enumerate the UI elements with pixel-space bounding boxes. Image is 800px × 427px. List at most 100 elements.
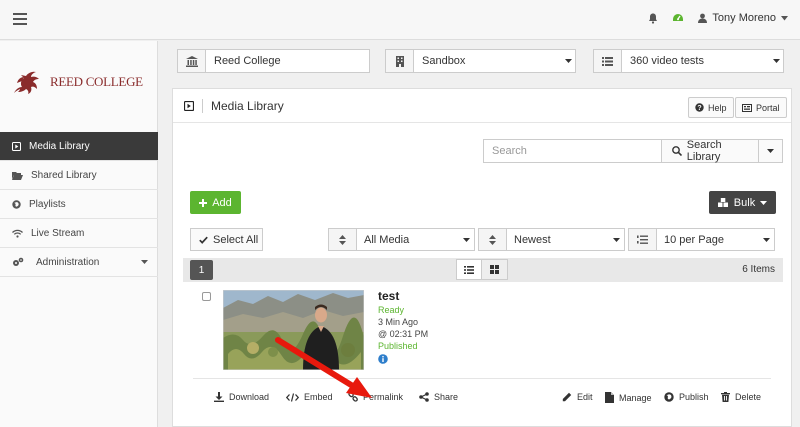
globe-icon	[664, 392, 674, 402]
sidebar-item-media-library[interactable]: Media Library	[0, 132, 158, 161]
institution-value: Reed College	[214, 55, 281, 67]
collection-value: 360 video tests	[630, 55, 704, 67]
per-page-filter[interactable]: 10 per Page	[628, 228, 775, 251]
grid-view-button[interactable]	[482, 259, 508, 280]
folder-open-icon	[12, 171, 23, 180]
embed-action[interactable]: Embed	[286, 392, 333, 402]
sidebar-item-live-stream[interactable]: Live Stream	[0, 219, 158, 248]
caret-down-icon	[767, 149, 775, 153]
add-button[interactable]: Add	[190, 191, 241, 214]
media-type-filter[interactable]: All Media	[328, 228, 475, 251]
search-group: Search Library	[483, 139, 783, 163]
svg-text:?: ?	[697, 105, 701, 112]
share-label: Share	[434, 392, 459, 402]
item-checkbox[interactable]	[202, 292, 211, 301]
download-action[interactable]: Download	[214, 392, 269, 402]
bell-icon[interactable]	[648, 13, 658, 24]
sidebar-item-label: Playlists	[29, 198, 66, 210]
media-status: Ready	[378, 305, 405, 315]
media-library-panel: Media Library ? Help Portal Search Libra…	[172, 88, 792, 427]
view-toggle	[456, 259, 508, 280]
environment-select[interactable]: Sandbox	[385, 49, 576, 73]
video-thumbnail[interactable]	[223, 290, 364, 370]
sort-order-filter[interactable]: Newest	[478, 228, 625, 251]
list-view-button[interactable]	[456, 259, 482, 280]
globe-icon	[12, 199, 21, 209]
dropdown-caret-icon	[758, 237, 774, 242]
building-icon	[386, 50, 414, 72]
sidebar-item-playlists[interactable]: Playlists	[0, 190, 158, 219]
dropdown-caret-icon	[561, 59, 575, 63]
link-icon	[348, 392, 358, 402]
sort-icon	[329, 229, 357, 250]
pagination-strip: 1 6 Items	[183, 258, 783, 282]
permalink-action[interactable]: Permalink	[348, 392, 403, 402]
publish-action[interactable]: Publish	[664, 392, 709, 402]
bulk-button[interactable]: Bulk	[709, 191, 776, 214]
sort-order-value: Newest	[514, 233, 551, 246]
dropdown-caret-icon	[769, 59, 783, 63]
logo-text: REED COLLEGE	[50, 74, 143, 89]
reed-college-logo[interactable]: REED COLLEGE	[8, 63, 143, 101]
grid-view-icon	[490, 265, 499, 274]
plus-icon	[199, 198, 208, 207]
play-square-icon	[184, 100, 194, 111]
sidebar-item-administration[interactable]: Administration	[0, 248, 158, 277]
page-title: Media Library	[202, 98, 284, 113]
per-page-value: 10 per Page	[664, 233, 724, 246]
user-name: Tony Moreno	[712, 12, 776, 24]
check-icon	[199, 236, 208, 244]
list-icon	[594, 50, 622, 72]
sidebar-item-label: Media Library	[29, 140, 90, 152]
user-menu[interactable]: Tony Moreno	[698, 12, 788, 24]
gears-icon	[12, 257, 24, 267]
items-count: 6 Items	[742, 264, 775, 275]
select-all-button[interactable]: Select All	[190, 228, 263, 251]
search-options-dropdown[interactable]	[759, 139, 783, 163]
help-button[interactable]: ? Help	[688, 97, 734, 118]
publish-label: Publish	[679, 392, 709, 402]
bulk-label: Bulk	[733, 196, 756, 209]
portal-icon	[742, 103, 752, 112]
manage-action[interactable]: Manage	[605, 392, 652, 403]
list-numbered-icon	[629, 229, 657, 250]
sidebar: REED COLLEGE Media Library Shared Librar…	[0, 41, 158, 427]
search-input[interactable]	[483, 139, 662, 163]
row-divider	[193, 378, 771, 379]
portal-label: Portal	[756, 102, 780, 113]
institution-select[interactable]: Reed College	[177, 49, 370, 73]
menu-icon[interactable]	[13, 13, 27, 25]
sidebar-item-shared-library[interactable]: Shared Library	[0, 161, 158, 190]
caret-down-icon	[141, 260, 148, 264]
list-view-icon	[464, 265, 474, 274]
help-label: Help	[708, 102, 727, 113]
dropdown-caret-icon	[458, 237, 474, 242]
edit-label: Edit	[577, 392, 593, 402]
share-action[interactable]: Share	[419, 392, 458, 402]
permalink-label: Permalink	[363, 392, 404, 402]
search-library-button[interactable]: Search Library	[661, 139, 760, 163]
panel-header: Media Library ? Help Portal	[173, 89, 791, 123]
dashboard-icon[interactable]	[672, 13, 684, 23]
caret-down-icon	[760, 200, 768, 205]
media-title[interactable]: test	[378, 290, 428, 302]
share-icon	[419, 392, 429, 402]
portal-button[interactable]: Portal	[735, 97, 787, 118]
griffin-icon	[14, 71, 39, 94]
pencil-icon	[562, 392, 572, 402]
delete-action[interactable]: Delete	[721, 392, 761, 402]
sidebar-item-label: Live Stream	[31, 227, 85, 239]
page-number-button[interactable]: 1	[190, 260, 213, 280]
delete-label: Delete	[735, 392, 762, 402]
collection-select[interactable]: 360 video tests	[593, 49, 784, 73]
info-icon[interactable]	[378, 354, 428, 364]
edit-action[interactable]: Edit	[562, 392, 593, 402]
sidebar-nav: Media Library Shared Library Playlists L…	[0, 132, 158, 277]
media-type-value: All Media	[364, 233, 410, 246]
select-all-label: Select All	[213, 233, 259, 246]
user-icon	[698, 13, 708, 23]
manage-label: Manage	[619, 392, 652, 403]
top-bar: Tony Moreno	[0, 0, 800, 40]
download-label: Download	[229, 392, 270, 402]
download-icon	[214, 392, 224, 402]
